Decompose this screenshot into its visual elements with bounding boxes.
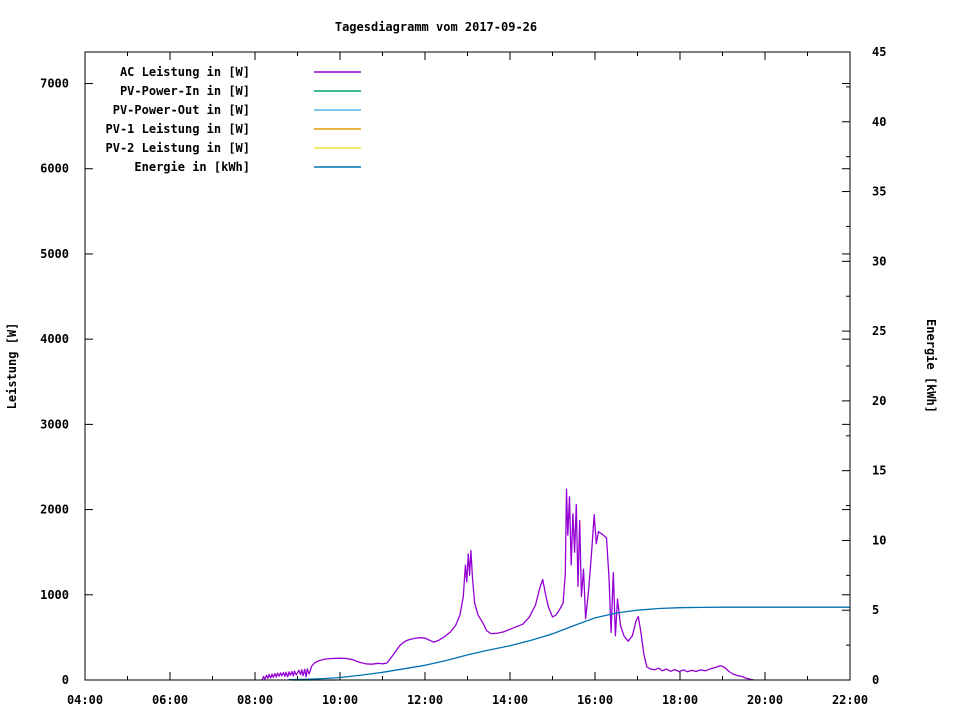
series-line-1 <box>261 488 755 681</box>
y-tick-label: 4000 <box>40 332 69 346</box>
x-tick-label: 22:00 <box>832 693 868 707</box>
y-tick-label: 6000 <box>40 162 69 176</box>
y2-tick-label: 10 <box>872 533 886 547</box>
chart-canvas: Tagesdiagramm vom 2017-09-26 Leistung [W… <box>0 0 960 720</box>
legend-label: AC Leistung in [W] <box>120 65 250 79</box>
y2-tick-label: 25 <box>872 324 886 338</box>
x-tick-label: 20:00 <box>747 693 783 707</box>
x-tick-label: 06:00 <box>152 693 188 707</box>
y2-tick-label: 0 <box>872 673 879 687</box>
y2-tick-label: 40 <box>872 115 886 129</box>
y2-tick-label: 20 <box>872 394 886 408</box>
y2-tick-label: 35 <box>872 185 886 199</box>
y-tick-label: 2000 <box>40 503 69 517</box>
y2-tick-label: 45 <box>872 45 886 59</box>
series-line-6 <box>288 606 851 681</box>
y2-tick-label: 30 <box>872 254 886 268</box>
legend: AC Leistung in [W] PV-Power-In in [W] PV-P… <box>106 65 361 174</box>
y-axis-title: Leistung [W] <box>5 323 19 410</box>
y-tick-label: 3000 <box>40 417 69 431</box>
y-tick-label: 1000 <box>40 588 69 602</box>
plot-svg: Tagesdiagramm vom 2017-09-26 Leistung [W… <box>5 20 938 707</box>
y2-axis-title: Energie [kWh] <box>924 319 938 413</box>
x-tick-label: 04:00 <box>67 693 103 707</box>
x-tick-label: 08:00 <box>237 693 273 707</box>
x-tick-label: 14:00 <box>492 693 528 707</box>
y-tick-label: 0 <box>62 673 69 687</box>
x-tick-label: 18:00 <box>662 693 698 707</box>
x-tick-label: 16:00 <box>577 693 613 707</box>
y2-tick-label: 15 <box>872 464 886 478</box>
legend-label: PV-Power-In in [W] <box>120 84 250 98</box>
legend-label: PV-2 Leistung in [W] <box>106 141 251 155</box>
legend-label: PV-Power-Out in [W] <box>113 103 250 117</box>
y-tick-label: 5000 <box>40 247 69 261</box>
y-tick-label: 7000 <box>40 77 69 91</box>
series-lines <box>261 488 851 681</box>
legend-label: Energie in [kWh] <box>134 160 250 174</box>
y2-tick-label: 5 <box>872 603 879 617</box>
legend-label: PV-1 Leistung in [W] <box>106 122 251 136</box>
x-tick-label: 12:00 <box>407 693 443 707</box>
chart-title: Tagesdiagramm vom 2017-09-26 <box>335 20 537 34</box>
x-tick-label: 10:00 <box>322 693 358 707</box>
